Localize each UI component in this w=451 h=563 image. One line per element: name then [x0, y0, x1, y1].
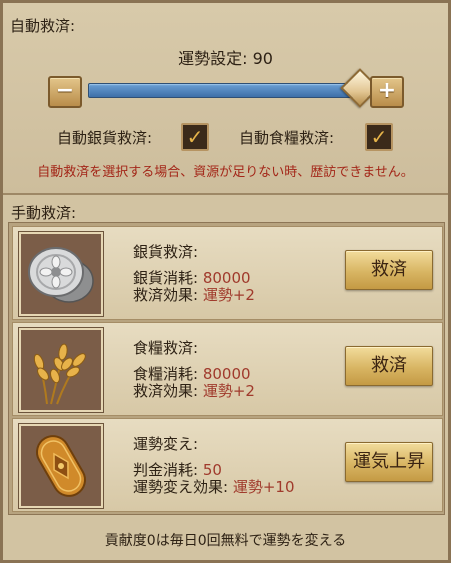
food-cost-label: 食糧消耗: — [133, 365, 199, 383]
auto-silver-checkbox[interactable]: ✓ — [181, 123, 209, 151]
luck-setting-label: 運勢設定: — [178, 49, 248, 68]
luck-slider-track[interactable] — [88, 83, 380, 98]
gold-koban-icon — [19, 424, 103, 508]
luck-change-cost-line: 判金消耗: 50 — [133, 462, 222, 478]
food-rescue-title: 食糧救済: — [133, 339, 199, 357]
luck-increase-button[interactable]: + — [370, 76, 404, 108]
food-effect-label: 救済効果: — [133, 382, 199, 400]
silver-cost-value: 80000 — [202, 269, 251, 287]
silver-effect-value: 運勢+2 — [202, 286, 255, 304]
luck-change-effect-label: 運勢変え効果: — [133, 478, 229, 496]
manual-rescue-title: 手動救済: — [11, 204, 77, 222]
food-rescue-button[interactable]: 救済 — [345, 346, 433, 386]
checkmark-icon: ✓ — [370, 125, 388, 149]
auto-silver-label: 自動銀貨救済: — [57, 129, 153, 147]
auto-food-checkbox[interactable]: ✓ — [365, 123, 393, 151]
luck-change-effect-value: 運勢+10 — [232, 478, 295, 496]
free-change-note: 貢献度0は毎日0回無料で運勢を変える — [104, 533, 347, 549]
luck-change-row: 運勢変え: 判金消耗: 50 運勢変え効果: 運勢+10 運気上昇 — [12, 418, 443, 512]
silver-coin-icon — [19, 232, 103, 316]
luck-change-cost-label: 判金消耗: — [133, 461, 199, 479]
silver-effect-label: 救済効果: — [133, 286, 199, 304]
silver-rescue-button[interactable]: 救済 — [345, 250, 433, 290]
luck-change-title: 運勢変え: — [133, 435, 199, 453]
food-effect-value: 運勢+2 — [202, 382, 255, 400]
rescue-panel: 自動救済: 運勢設定: 90 − + 自動銀貨救済: ✓ 自動食糧救済: ✓ 自… — [0, 0, 451, 563]
food-rescue-row: 食糧救済: 食糧消耗: 80000 救済効果: 運勢+2 救済 — [12, 322, 443, 416]
auto-rescue-warning: 自動救済を選択する場合、資源が足りない時、歴訪できません。 — [37, 165, 414, 180]
silver-rescue-title: 銀貨救済: — [133, 243, 199, 261]
silver-cost-line: 銀貨消耗: 80000 — [133, 270, 251, 286]
silver-rescue-row: 銀貨救済: 銀貨消耗: 80000 救済効果: 運勢+2 救済 — [12, 226, 443, 320]
luck-change-cost-value: 50 — [202, 461, 222, 479]
auto-rescue-section: 自動救済: 運勢設定: 90 − + 自動銀貨救済: ✓ 自動食糧救済: ✓ 自… — [3, 3, 448, 195]
silver-cost-label: 銀貨消耗: — [133, 269, 199, 287]
silver-effect-line: 救済効果: 運勢+2 — [133, 287, 255, 303]
luck-setting-value: 90 — [252, 49, 273, 68]
luck-decrease-button[interactable]: − — [48, 76, 82, 108]
food-cost-value: 80000 — [202, 365, 251, 383]
auto-food-label: 自動食糧救済: — [239, 129, 335, 147]
checkmark-icon: ✓ — [186, 125, 204, 149]
auto-rescue-title: 自動救済: — [10, 17, 76, 35]
manual-rescue-list: 銀貨救済: 銀貨消耗: 80000 救済効果: 運勢+2 救済 食糧救済: 食糧… — [8, 222, 445, 515]
luck-setting-readout: 運勢設定: 90 — [3, 45, 448, 69]
food-cost-line: 食糧消耗: 80000 — [133, 366, 251, 382]
luck-change-effect-line: 運勢変え効果: 運勢+10 — [133, 479, 295, 495]
wheat-icon — [19, 328, 103, 412]
food-effect-line: 救済効果: 運勢+2 — [133, 383, 255, 399]
luck-up-button[interactable]: 運気上昇 — [345, 442, 433, 482]
